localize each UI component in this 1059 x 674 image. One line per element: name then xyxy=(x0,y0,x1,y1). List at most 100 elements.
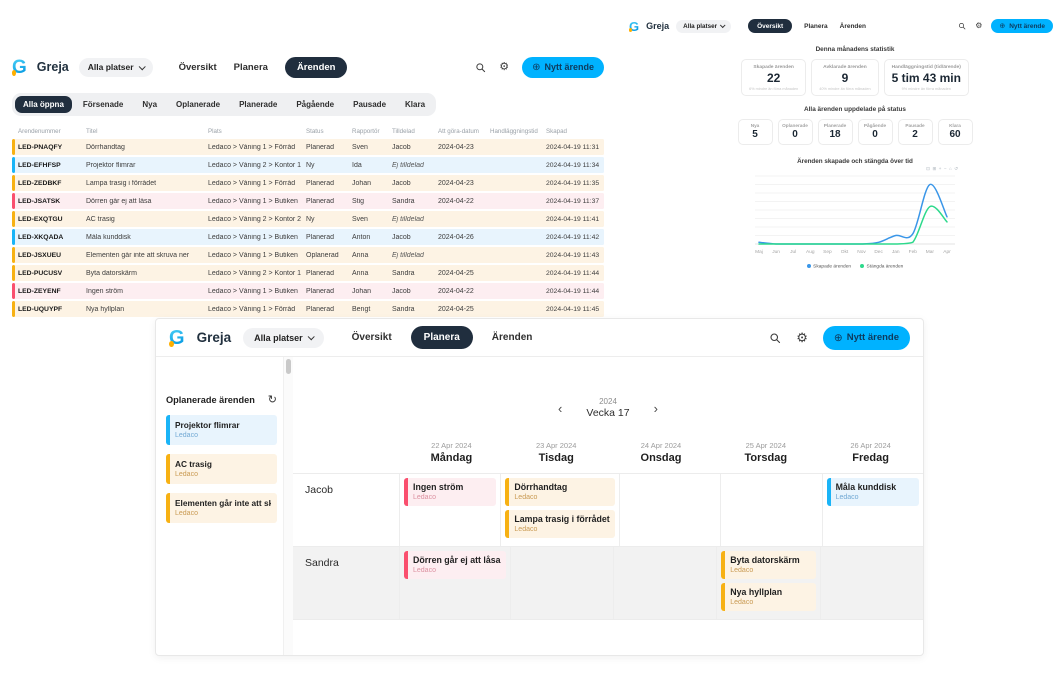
priority-bar xyxy=(505,510,509,538)
calendar-cell[interactable]: DörrhandtagLedaco Lampa trasig i förrådet… xyxy=(500,474,618,546)
week-navigation: ‹ 2024 Vecka 17 › xyxy=(293,397,923,419)
planner-body: Oplanerade ärenden ↻ Projektor flimrarLe… xyxy=(156,357,923,655)
status-filter-tabs: Alla öppnaFörsenadeNyaOplaneradePlanerad… xyxy=(12,93,436,116)
new-ticket-button[interactable]: ⊕Nytt ärende xyxy=(991,19,1053,33)
search-icon[interactable] xyxy=(475,62,486,73)
priority-bar xyxy=(505,478,509,506)
unplanned-ticket-card[interactable]: Projektor flimrarLedaco xyxy=(166,415,277,445)
ticket-id: LED-JSATSK xyxy=(18,198,86,205)
person-name: Jacob xyxy=(293,474,399,546)
chart-tool-zoom-in-icon[interactable]: + xyxy=(939,167,942,172)
ticket-row[interactable]: LED-JSXUEUElementen går inte att skruva … xyxy=(12,247,604,263)
event-chip[interactable]: Ingen strömLedaco xyxy=(404,478,496,506)
calendar-cell[interactable] xyxy=(820,547,923,619)
status-value: 60 xyxy=(939,129,972,140)
brand-name: Greja xyxy=(197,330,232,345)
ticket-row[interactable]: LED-PNAQFYDörrhandtagLedaco > Våning 1 >… xyxy=(12,139,604,155)
nav-tab-oversikt[interactable]: Översikt xyxy=(179,62,217,73)
week-calendar: ‹ 2024 Vecka 17 › 22 Apr 2024Måndag23 Ap… xyxy=(293,357,923,655)
ticket-row[interactable]: LED-JSATSKDörren går ej att låsaLedaco >… xyxy=(12,193,604,209)
nav-tab-arenden[interactable]: Ärenden xyxy=(285,57,348,78)
ticket-created: 2024-04-19 11:34 xyxy=(546,162,604,169)
filter-tab-oplanerade[interactable]: Oplanerade xyxy=(168,96,228,113)
gear-icon[interactable]: ⚙ xyxy=(796,331,808,344)
calendar-cell[interactable] xyxy=(510,547,613,619)
chart-tool-download-plot-icon[interactable]: ⊡ xyxy=(926,167,930,172)
scrollbar-thumb[interactable] xyxy=(286,359,291,374)
nav-tab-arenden[interactable]: Ärenden xyxy=(492,332,533,343)
ticket-created: 2024-04-19 11:41 xyxy=(546,216,604,223)
nav-tab-planera[interactable]: Planera xyxy=(411,326,473,349)
next-week-button[interactable]: › xyxy=(654,402,658,415)
unplanned-ticket-title: AC trasig xyxy=(175,459,271,469)
status-card-planerade: Planerade18 xyxy=(818,119,853,145)
filter-tab-pagaende[interactable]: Pågående xyxy=(288,96,342,113)
ticket-row[interactable]: LED-ZEYENFIngen strömLedaco > Våning 1 >… xyxy=(12,283,604,299)
event-chip[interactable]: Nya hyllplanLedaco xyxy=(721,583,815,611)
nav-tab-planera[interactable]: Planera xyxy=(234,62,268,73)
event-chip[interactable]: Lampa trasig i förrådetLedaco xyxy=(505,510,614,538)
ticket-assignee: Ej tilldelad xyxy=(392,252,438,259)
chevron-down-icon xyxy=(307,333,314,340)
location-selector[interactable]: Alla platser xyxy=(243,328,324,348)
search-icon[interactable] xyxy=(769,332,781,344)
ticket-status: Ny xyxy=(306,216,352,223)
refresh-icon[interactable]: ↻ xyxy=(268,393,277,406)
filter-tab-nya[interactable]: Nya xyxy=(134,96,165,113)
priority-bar xyxy=(12,139,15,155)
event-chip[interactable]: Måla kunddiskLedaco xyxy=(827,478,919,506)
day-name: Tisdag xyxy=(504,452,609,464)
ticket-reporter: Sven xyxy=(352,216,392,223)
ticket-place: Ledaco > Våning 1 > Förråd xyxy=(208,144,306,151)
ticket-row[interactable]: LED-EFHFSPProjektor flimrarLedaco > Våni… xyxy=(12,157,604,173)
search-icon[interactable] xyxy=(958,22,966,30)
greja-logo-icon: G xyxy=(169,328,185,348)
event-chip[interactable]: Dörren går ej att låsaLedaco xyxy=(404,551,506,579)
calendar-cell[interactable] xyxy=(720,474,821,546)
chart-tool-autoscale-icon[interactable]: ⌂ xyxy=(949,167,952,172)
calendar-cell[interactable]: Ingen strömLedaco xyxy=(399,474,500,546)
day-date: 25 Apr 2024 xyxy=(713,441,818,450)
chart-tool-zoom-out-icon[interactable]: − xyxy=(944,167,947,172)
nav-tab-oversikt[interactable]: Översikt xyxy=(352,332,392,343)
event-chip[interactable]: Byta datorskärmLedaco xyxy=(721,551,815,579)
filter-tab-forsenade[interactable]: Försenade xyxy=(75,96,131,113)
chart-tool-reset-axes-icon[interactable]: ↺ xyxy=(954,167,958,172)
unplanned-ticket-card[interactable]: AC trasigLedaco xyxy=(166,454,277,484)
location-selector[interactable]: Alla platser xyxy=(676,20,731,33)
sidebar-scrollbar[interactable] xyxy=(283,357,293,655)
calendar-cell[interactable]: Byta datorskärmLedaco Nya hyllplanLedaco xyxy=(716,547,819,619)
location-selector[interactable]: Alla platser xyxy=(79,58,153,77)
calendar-cell[interactable]: Dörren går ej att låsaLedaco xyxy=(399,547,510,619)
ticket-row[interactable]: LED-UQUYPFNya hyllplanLedaco > Våning 1 … xyxy=(12,301,604,317)
col-plats: Plats xyxy=(208,128,306,135)
ticket-row[interactable]: LED-XKQADAMåla kunddiskLedaco > Våning 1… xyxy=(12,229,604,245)
chart-tool-zoom-icon[interactable]: ⊞ xyxy=(932,167,936,172)
calendar-cell[interactable]: Måla kunddiskLedaco xyxy=(822,474,923,546)
ticket-reporter: Anton xyxy=(352,234,392,241)
stat-value: 22 xyxy=(749,71,798,85)
prev-week-button[interactable]: ‹ xyxy=(558,402,562,415)
unplanned-ticket-card[interactable]: Elementen går inte att skruva n...Ledaco xyxy=(166,493,277,523)
ticket-row[interactable]: LED-ZEDBKFLampa trasig i förrådetLedaco … xyxy=(12,175,604,191)
ticket-row[interactable]: LED-PUCUSVByta datorskärmLedaco > Våning… xyxy=(12,265,604,281)
filter-tab-planerade[interactable]: Planerade xyxy=(231,96,285,113)
day-header-torsdag: 25 Apr 2024Torsdag xyxy=(713,441,818,473)
week-selector[interactable]: 2024 Vecka 17 xyxy=(586,397,629,419)
gear-icon[interactable]: ⚙ xyxy=(975,22,982,30)
filter-tab-alla-oppna[interactable]: Alla öppna xyxy=(15,96,72,113)
event-chip[interactable]: DörrhandtagLedaco xyxy=(505,478,614,506)
ticket-id: LED-XKQADA xyxy=(18,234,86,241)
new-ticket-button[interactable]: ⊕Nytt ärende xyxy=(522,57,604,78)
nav-tab-oversikt[interactable]: Översikt xyxy=(748,19,792,33)
nav-tab-planera[interactable]: Planera xyxy=(804,23,828,30)
new-ticket-button[interactable]: ⊕Nytt ärende xyxy=(823,326,910,350)
tickets-table-head: ÄrendenummerTitelPlatsStatusRapportörTil… xyxy=(12,126,604,139)
calendar-cell[interactable] xyxy=(619,474,720,546)
filter-tab-klara[interactable]: Klara xyxy=(397,96,433,113)
ticket-row[interactable]: LED-EXQTGUAC trasigLedaco > Våning 2 > K… xyxy=(12,211,604,227)
filter-tab-pausade[interactable]: Pausade xyxy=(345,96,394,113)
calendar-cell[interactable] xyxy=(613,547,716,619)
gear-icon[interactable]: ⚙ xyxy=(499,62,509,73)
nav-tab-arenden[interactable]: Ärenden xyxy=(840,23,866,30)
